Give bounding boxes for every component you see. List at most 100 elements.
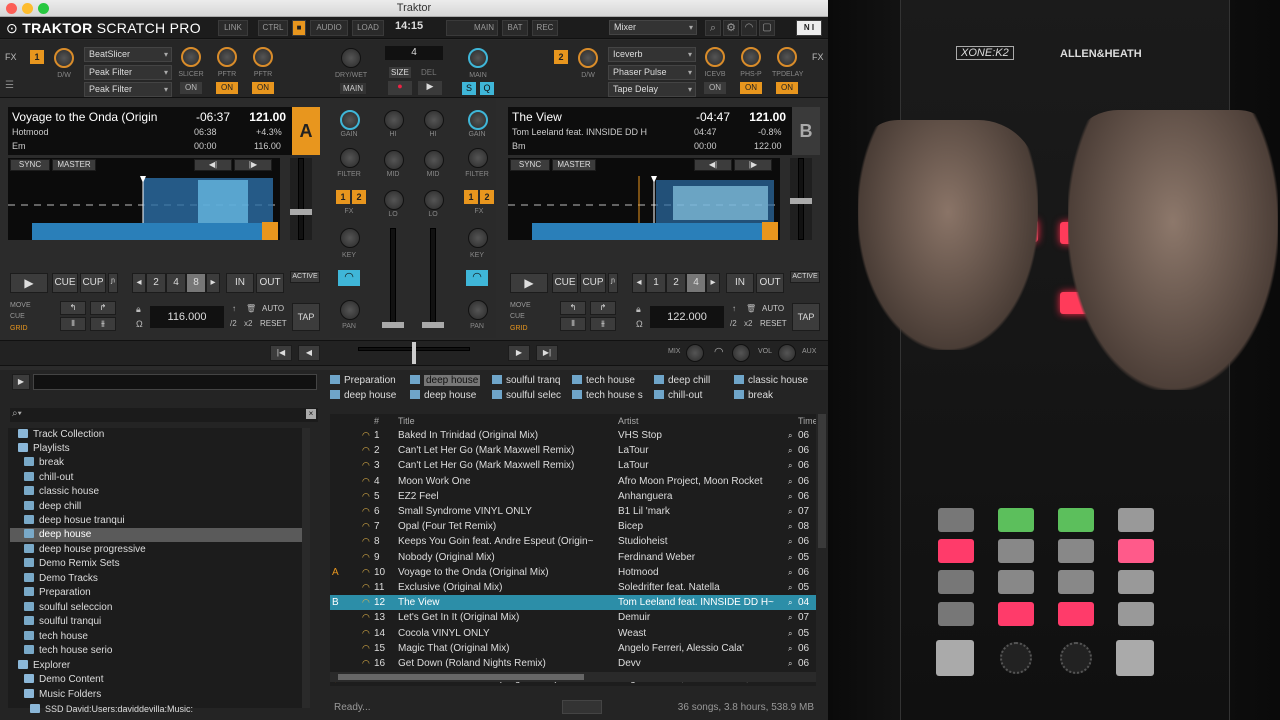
fx2-on-3[interactable]: ON — [776, 82, 798, 94]
deck-a-grid-back[interactable]: ⫴ — [60, 317, 86, 331]
fx2-on-2[interactable]: ON — [740, 82, 762, 94]
deck-b-move-back[interactable]: ↰ — [560, 301, 586, 315]
search-icon[interactable]: ⌕ — [705, 20, 721, 36]
mixer-a-gain-knob[interactable] — [340, 110, 360, 130]
deck-b-x2[interactable]: x2 — [744, 319, 752, 328]
deck-a-flux-button[interactable]: ᶮ — [108, 273, 118, 293]
deck-b-active-button[interactable]: ACTIVE — [790, 271, 820, 283]
tree-item-chill-out[interactable]: chill-out — [24, 471, 73, 485]
table-row[interactable]: ◠ 8 Keeps You Goin feat. Andre Espeut (Ori… — [330, 534, 816, 549]
prelisten-headphones-icon[interactable]: ◠ — [362, 519, 370, 534]
fx2-knob-1[interactable] — [705, 47, 725, 67]
tree-scrollbar[interactable] — [302, 428, 310, 708]
col-artist[interactable]: Artist — [618, 416, 639, 426]
mixer-b-gain-knob[interactable] — [468, 110, 488, 130]
link-button[interactable]: LINK — [218, 20, 248, 36]
main-volume-knob[interactable] — [468, 48, 488, 68]
row-search-icon[interactable]: ⌕ — [788, 489, 792, 504]
fx1-on-2[interactable]: ON — [216, 82, 238, 94]
favorite-3[interactable]: soulful tranq — [492, 374, 568, 388]
table-row[interactable]: ◠ 1 Baked In Trinidad (Original Mix) VHS St… — [330, 428, 816, 443]
mixer-a-channel-fader[interactable] — [382, 322, 404, 328]
mixer-b-mid-knob[interactable] — [424, 150, 444, 170]
tree-explorer[interactable]: Explorer — [18, 659, 70, 673]
deck-b-cup-button[interactable]: CUP — [580, 273, 606, 293]
mixer-a-fx2-button[interactable]: 2 — [352, 190, 366, 204]
col-time[interactable]: Time — [798, 416, 816, 426]
deck-b-in-button[interactable]: IN — [726, 273, 754, 293]
track-list-vscroll[interactable] — [818, 414, 826, 548]
fx2-knob-2[interactable] — [741, 47, 761, 67]
deck-a-x2[interactable]: x2 — [244, 319, 252, 328]
prelisten-headphones-icon[interactable]: ◠ — [362, 474, 370, 489]
s-button[interactable]: S — [462, 82, 476, 95]
forward-button[interactable]: ▶ — [508, 345, 530, 361]
deck-b-loop-1[interactable]: 1 — [646, 273, 666, 293]
table-row[interactable]: ◠ 7 Opal (Four Tet Remix) Bicep ⌕ 08 — [330, 519, 816, 534]
deck-a-keylock-icon[interactable]: Ω — [136, 319, 143, 329]
prelisten-headphones-icon[interactable]: ◠ — [362, 489, 370, 504]
clear-search-icon[interactable]: × — [306, 409, 316, 419]
tree-playlists[interactable]: Playlists — [18, 442, 70, 456]
table-row[interactable]: ◠ 11 Exclusive (Original Mix) Soledrifter f… — [330, 580, 816, 595]
aux-knob[interactable] — [778, 344, 796, 362]
hscroll-thumb[interactable] — [338, 674, 584, 680]
tree-ssd-path[interactable]: SSD David:Users:daviddevilla:Music: — [30, 702, 193, 716]
mixer-b-lo-knob[interactable] — [424, 190, 444, 210]
prelisten-headphones-icon[interactable]: ◠ — [362, 580, 370, 595]
tree-demo-content[interactable]: Demo Content — [24, 673, 103, 687]
fx1-knob-2[interactable] — [217, 47, 237, 67]
deck-b-info[interactable]: The View -04:47 121.00 Tom Leeland feat.… — [508, 107, 820, 155]
deck-a-out-button[interactable]: OUT — [256, 273, 284, 293]
row-search-icon[interactable]: ⌕ — [788, 610, 792, 625]
fx2-slot1-select[interactable]: Iceverb — [608, 47, 696, 62]
deck-b-tap-button[interactable]: TAP — [792, 303, 820, 331]
tree-item-soulful-tranqui[interactable]: soulful tranqui — [24, 615, 101, 629]
deck-a-loop-4[interactable]: 4 — [166, 273, 186, 293]
prelisten-headphones-icon[interactable]: ◠ — [362, 610, 370, 625]
row-search-icon[interactable]: ⌕ — [788, 595, 792, 610]
tree-item-deep-hosue-tranqui[interactable]: deep hosue tranqui — [24, 514, 125, 528]
fullscreen-icon[interactable]: ▢ — [759, 20, 775, 36]
tree-item-deep-house-selected[interactable]: deep house — [10, 528, 308, 542]
deck-a-active-button[interactable]: ACTIVE — [290, 271, 320, 283]
deck-b-grid-back[interactable]: ⫴ — [560, 317, 586, 331]
deck-a-move-fwd[interactable]: ↱ — [90, 301, 116, 315]
favorite-6[interactable]: classic house — [734, 374, 824, 388]
deck-a-loop-8[interactable]: 8 — [186, 273, 206, 293]
favorite-7[interactable]: deep house — [330, 389, 408, 403]
mixer-b-cue-headphones-icon[interactable]: ◠ — [466, 270, 488, 286]
next-track-button[interactable]: ▶| — [536, 345, 558, 361]
fx1-slot1-select[interactable]: BeatSlicer — [84, 47, 172, 62]
row-search-icon[interactable]: ⌕ — [788, 534, 792, 549]
fx2-on-1[interactable]: ON — [704, 82, 726, 94]
row-search-icon[interactable]: ⌕ — [788, 626, 792, 641]
del-button[interactable]: DEL — [421, 68, 437, 77]
search-icon-browser[interactable]: ⌕▾ — [12, 408, 22, 419]
table-row[interactable]: ◠ 13 Let's Get In It (Original Mix) Demuir ⌕… — [330, 610, 816, 625]
track-list-hscroll[interactable] — [330, 672, 816, 682]
deck-b-loop-4[interactable]: 4 — [686, 273, 706, 293]
prelisten-headphones-icon[interactable]: ◠ — [362, 641, 370, 656]
deck-a-tap-button[interactable]: TAP — [292, 303, 320, 331]
prelisten-headphones-icon[interactable]: ◠ — [362, 534, 370, 549]
deck-b-play-button[interactable]: ▶ — [510, 273, 548, 293]
layout-select[interactable]: Mixer — [609, 20, 697, 35]
mixer-b-filter-knob[interactable] — [468, 148, 488, 168]
tree-item-deep-house-progressive[interactable]: deep house progressive — [24, 543, 146, 557]
tree-item-deep-chill[interactable]: deep chill — [24, 500, 81, 514]
deck-b-move-fwd[interactable]: ↱ — [590, 301, 616, 315]
fx1-on-3[interactable]: ON — [252, 82, 274, 94]
deck-a-play-button[interactable]: ▶ — [10, 273, 48, 293]
deck-a-pitch-fader[interactable] — [290, 209, 312, 215]
deck-a-lock-icon[interactable]: 🔒︎ — [136, 304, 141, 315]
tree-item-preparation[interactable]: Preparation — [24, 586, 91, 600]
main-route-select[interactable]: MAIN — [340, 83, 366, 94]
table-row[interactable]: ◠ 4 Moon Work One Afro Moon Project, Moon R… — [330, 474, 816, 489]
table-row[interactable]: A ◠ 10 Voyage to the Onda (Original Mix) Hot… — [330, 565, 816, 580]
row-search-icon[interactable]: ⌕ — [788, 580, 792, 595]
table-row[interactable]: ◠ 14 Cocola VINYL ONLY Weast ⌕ 05 — [330, 626, 816, 641]
fx-menu-icon-left[interactable]: ☰ — [5, 80, 14, 91]
search-row[interactable]: ⌕▾ × — [10, 408, 318, 422]
fx1-knob-1[interactable] — [181, 47, 201, 67]
